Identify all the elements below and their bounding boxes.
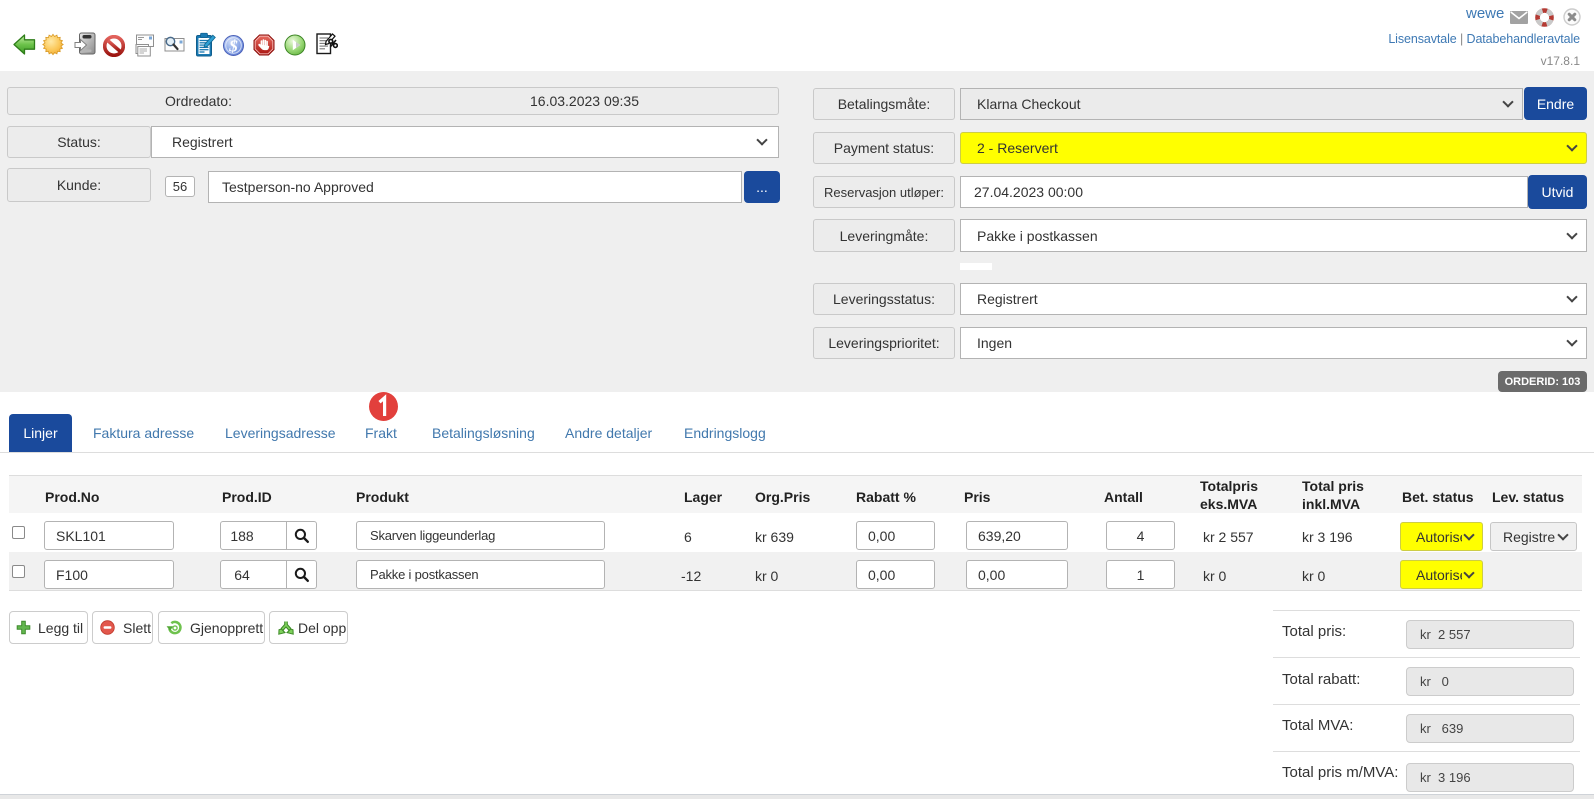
svg-text:$: $ [228, 37, 238, 56]
